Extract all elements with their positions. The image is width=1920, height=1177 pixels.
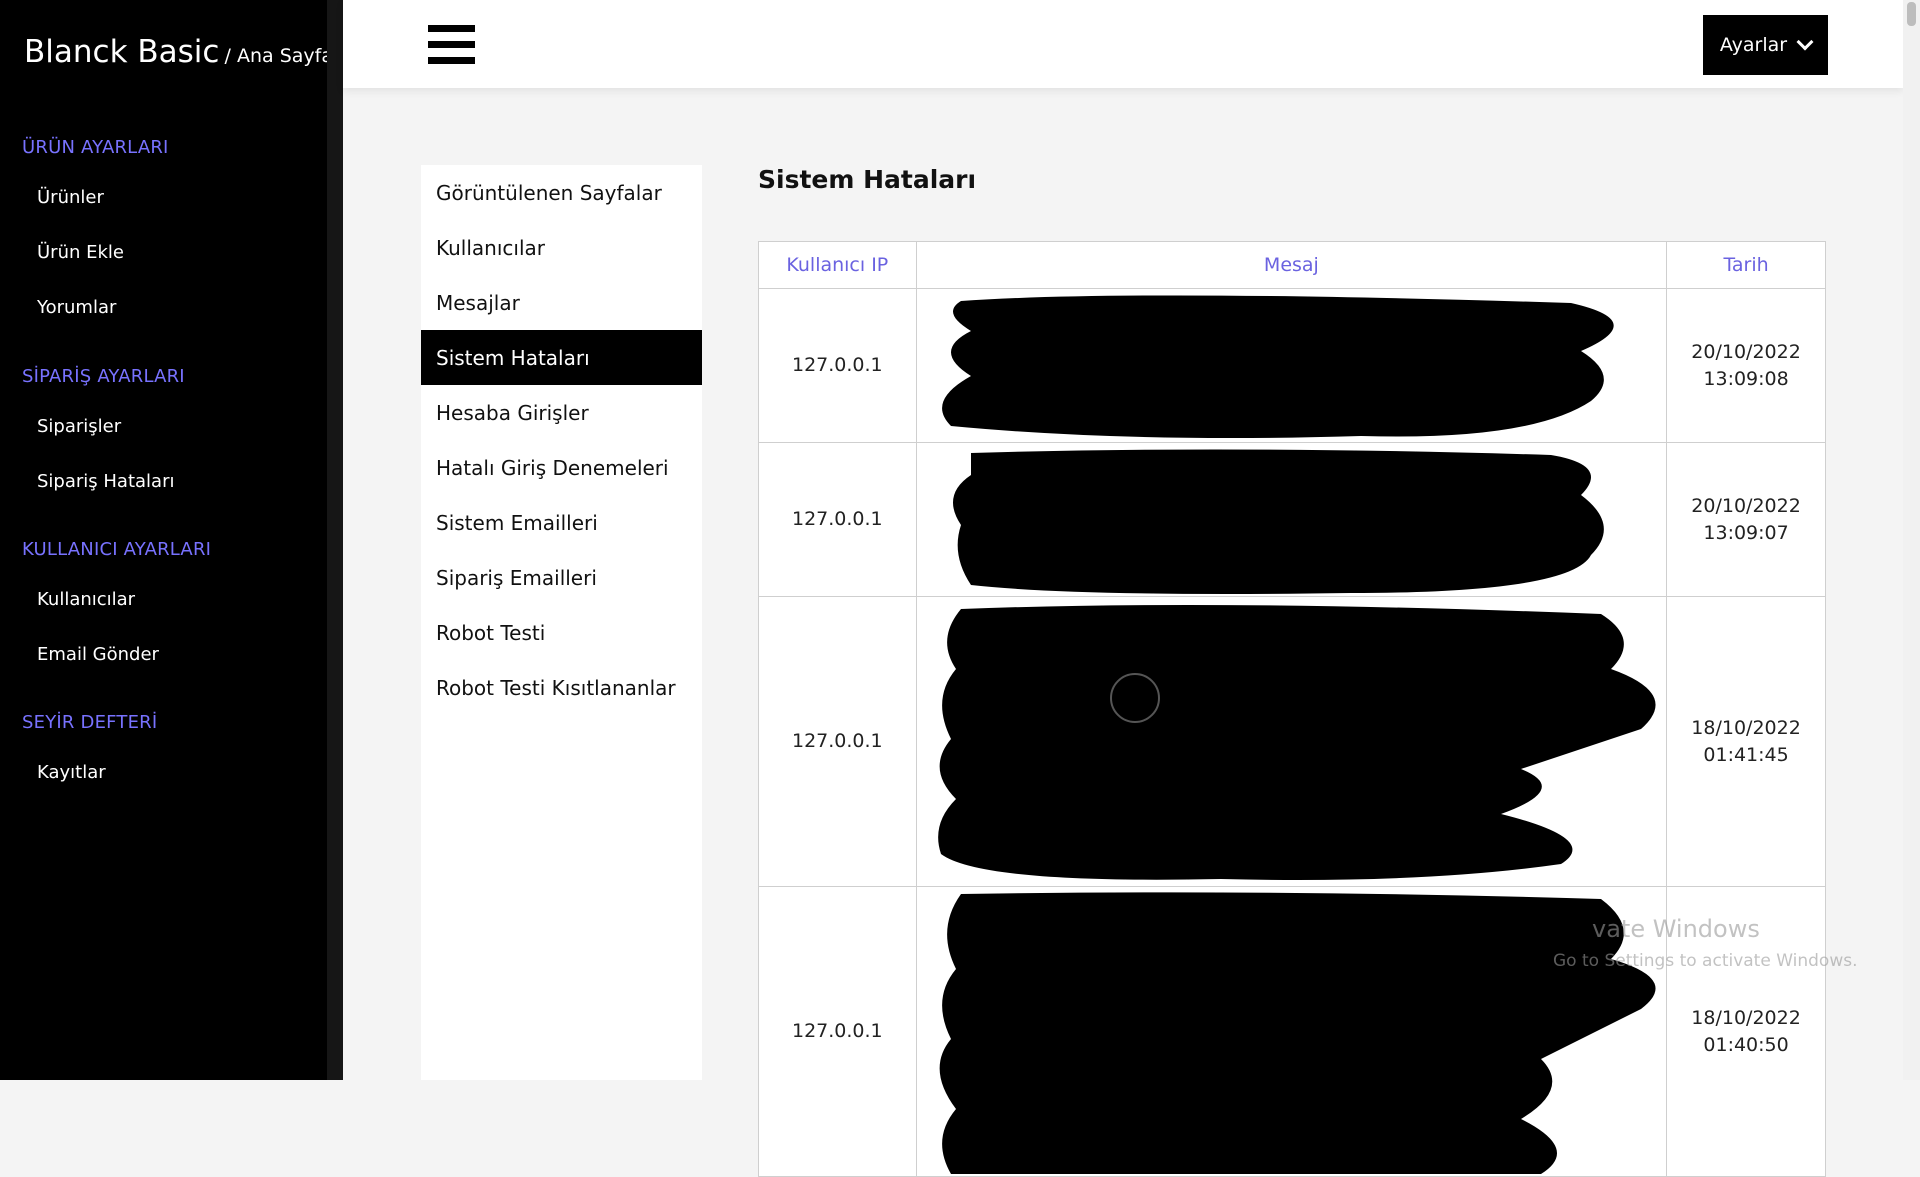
time-text: 13:09:07 <box>1703 521 1789 544</box>
menu-item-mesajlar[interactable]: Mesajlar <box>421 275 702 330</box>
date-text: 18/10/2022 <box>1691 1006 1801 1029</box>
menu-item-robot-testi-kisitlananlar[interactable]: Robot Testi Kısıtlananlar <box>421 660 702 715</box>
settings-dropdown-button[interactable]: Ayarlar <box>1703 15 1828 75</box>
redaction-scribble <box>940 892 1656 1174</box>
cursor-highlight-icon <box>1110 673 1160 723</box>
redaction-scribble <box>953 448 1605 594</box>
errors-table: Kullanıcı IP Mesaj Tarih 127.0.0.1 20/10… <box>758 241 1826 1177</box>
section-title-urun: ÜRÜN AYARLARI <box>22 137 169 158</box>
column-header-message[interactable]: Mesaj <box>915 241 1668 289</box>
cell-ip: 127.0.0.1 <box>758 886 917 1177</box>
settings-label: Ayarlar <box>1719 34 1788 56</box>
sidebar-divider <box>327 0 343 1080</box>
menu-item-sistem-hatalari[interactable]: Sistem Hataları <box>421 330 702 385</box>
section-title-siparis: SİPARİŞ AYARLARI <box>22 366 185 387</box>
menu-item-hatali-giris[interactable]: Hatalı Giriş Denemeleri <box>421 440 702 495</box>
cell-message-redacted <box>915 596 1668 887</box>
page-title: Sistem Hataları <box>758 165 977 194</box>
time-text: 13:09:08 <box>1703 367 1789 390</box>
topbar: Ayarlar <box>343 0 1903 88</box>
sidebar-item-kullanicilar[interactable]: Kullanıcılar <box>37 589 135 610</box>
chevron-down-icon <box>1796 33 1814 51</box>
section-title-seyir: SEYİR DEFTERİ <box>22 712 158 733</box>
date-text: 18/10/2022 <box>1691 716 1801 739</box>
date-text: 20/10/2022 <box>1691 340 1801 363</box>
menu-item-robot-testi[interactable]: Robot Testi <box>421 605 702 660</box>
log-menu: Görüntülenen Sayfalar Kullanıcılar Mesaj… <box>421 165 702 1080</box>
table-row: 127.0.0.1 18/10/2022 01:41:45 <box>758 596 1826 887</box>
cell-date: 18/10/2022 01:41:45 <box>1666 596 1826 887</box>
sidebar-item-siparis-hatalari[interactable]: Sipariş Hataları <box>37 471 174 492</box>
table-header-row: Kullanıcı IP Mesaj Tarih <box>758 241 1826 289</box>
cell-message-redacted <box>915 886 1668 1177</box>
sidebar: Blanck Basic / Ana Sayfa ÜRÜN AYARLARI Ü… <box>0 0 333 1080</box>
menu-toggle-icon[interactable] <box>428 25 475 65</box>
brand-name[interactable]: Blanck Basic <box>24 34 219 70</box>
sidebar-item-yorumlar[interactable]: Yorumlar <box>37 297 116 318</box>
cell-date: 20/10/2022 13:09:08 <box>1666 288 1826 443</box>
brand[interactable]: Blanck Basic / Ana Sayfa <box>24 34 333 70</box>
sidebar-item-urunler[interactable]: Ürünler <box>37 187 104 208</box>
date-text: 20/10/2022 <box>1691 494 1801 517</box>
section-title-kullanici: KULLANICI AYARLARI <box>22 539 212 560</box>
cell-date: 20/10/2022 13:09:07 <box>1666 442 1826 597</box>
redaction-scribble <box>942 294 1615 438</box>
activation-watermark-title: vate Windows <box>1592 915 1760 943</box>
column-header-ip[interactable]: Kullanıcı IP <box>758 241 917 289</box>
redaction-scribble <box>938 605 1656 880</box>
sidebar-item-urun-ekle[interactable]: Ürün Ekle <box>37 242 124 263</box>
table-row: 127.0.0.1 20/10/2022 13:09:07 <box>758 442 1826 597</box>
cell-ip: 127.0.0.1 <box>758 596 917 887</box>
time-text: 01:40:50 <box>1703 1033 1789 1056</box>
sidebar-item-email-gonder[interactable]: Email Gönder <box>37 644 159 665</box>
scrollbar-thumb[interactable] <box>1907 2 1916 26</box>
page-scrollbar[interactable] <box>1903 0 1920 1080</box>
breadcrumb[interactable]: / Ana Sayfa <box>225 45 333 67</box>
activation-watermark-subtitle: Go to Settings to activate Windows. <box>1553 951 1858 971</box>
menu-item-hesaba-girisler[interactable]: Hesaba Girişler <box>421 385 702 440</box>
cell-ip: 127.0.0.1 <box>758 288 917 443</box>
menu-item-kullanicilar[interactable]: Kullanıcılar <box>421 220 702 275</box>
table-row: 127.0.0.1 20/10/2022 13:09:08 <box>758 288 1826 443</box>
time-text: 01:41:45 <box>1703 743 1789 766</box>
column-header-date[interactable]: Tarih <box>1666 241 1826 289</box>
menu-item-sistem-emailleri[interactable]: Sistem Emailleri <box>421 495 702 550</box>
menu-item-siparis-emailleri[interactable]: Sipariş Emailleri <box>421 550 702 605</box>
cell-message-redacted <box>915 442 1668 597</box>
cell-message-redacted <box>915 288 1668 443</box>
menu-item-goruntulenen-sayfalar[interactable]: Görüntülenen Sayfalar <box>421 165 702 220</box>
sidebar-item-kayitlar[interactable]: Kayıtlar <box>37 762 106 783</box>
cell-ip: 127.0.0.1 <box>758 442 917 597</box>
sidebar-item-siparisler[interactable]: Siparişler <box>37 416 121 437</box>
